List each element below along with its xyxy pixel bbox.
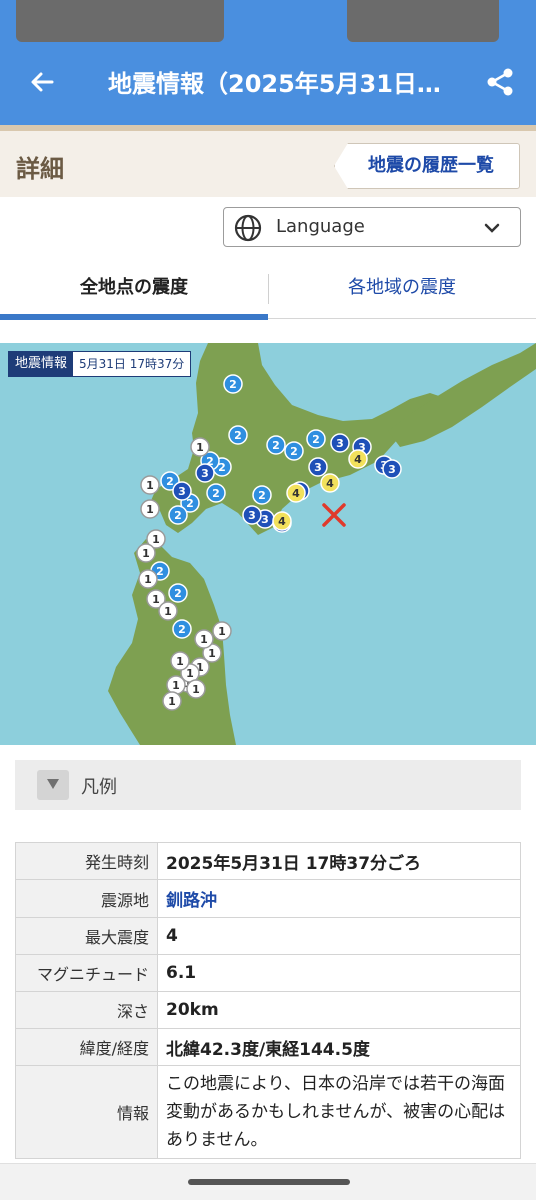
back-button[interactable] [24,64,60,100]
intensity-marker-label: 1 [172,679,180,692]
intensity-marker-label: 1 [164,605,172,618]
row-key: 緯度/経度 [15,1028,158,1066]
row-key: 震源地 [15,879,158,918]
intensity-marker-label: 2 [156,565,164,578]
intensity-marker-label: 1 [168,695,176,708]
system-nav-bar [0,1163,536,1200]
page-title: 地震情報（2025年5月31日 17時37分ごろ発生） [108,70,448,98]
table-row: 震源地 釧路沖 [15,879,521,918]
tab-all-points[interactable]: 全地点の震度 [0,262,268,314]
row-value: 4 [157,917,521,955]
tab-regions[interactable]: 各地域の震度 [268,262,536,314]
row-value: この地震により、日本の沿岸では若干の海面変動があるかもしれませんが、被害の心配は… [157,1065,521,1159]
intensity-marker-label: 4 [326,477,334,490]
intensity-marker-label: 3 [388,463,396,476]
globe-icon [234,214,262,242]
earthquake-info-table: 発生時刻 2025年5月31日 17時37分ごろ 震源地 釧路沖 最大震度 4 … [15,842,521,1159]
tab-bar: 全地点の震度 各地域の震度 [0,262,536,320]
status-bar-block [347,0,499,42]
table-row: マグニチュード 6.1 [15,954,521,992]
language-select[interactable]: Language [223,207,521,247]
intensity-marker-label: 1 [192,683,200,696]
intensity-marker-label: 1 [142,547,150,560]
detail-title: 詳細 [16,155,64,183]
intensity-marker-label: 1 [196,441,204,454]
intensity-marker-label: 4 [292,487,300,500]
legend-label: 凡例 [81,777,117,798]
intensity-marker-label: 2 [312,433,320,446]
intensity-marker-label: 1 [144,573,152,586]
intensity-marker-label: 2 [178,623,186,636]
intensity-marker-label: 3 [178,485,186,498]
map-badge: 地震情報 5月31日 17時37分 [8,351,192,377]
intensity-marker-label: 1 [146,479,154,492]
intensity-marker-label: 4 [354,453,362,466]
row-key: 発生時刻 [15,842,158,880]
table-row: 最大震度 4 [15,917,521,955]
intensity-marker-label: 1 [152,593,160,606]
land-kunashiri [388,343,536,447]
intensity-map[interactable]: 2222222222223333333333444411111111111122… [0,343,536,745]
row-value: 20km [157,991,521,1029]
intensity-marker-label: 3 [261,513,269,526]
tab-baseline [268,318,536,319]
intensity-marker-label: 3 [248,509,256,522]
intensity-marker-label: 1 [152,533,160,546]
arrow-back-icon [31,72,54,92]
intensity-marker-label: 2 [258,489,266,502]
intensity-marker-label: 2 [212,487,220,500]
epicenter-x-icon [322,503,346,527]
row-key: 深さ [15,991,158,1029]
tab-active-indicator [0,314,268,320]
row-value: 2025年5月31日 17時37分ごろ [157,842,521,880]
status-bar-block [16,0,224,42]
intensity-marker-label: 1 [176,655,184,668]
intensity-marker-label: 2 [234,429,242,442]
map-canvas: 2222222222223333333333444411111111111122… [0,343,536,745]
intensity-marker-label: 1 [208,647,216,660]
intensity-marker-label: 2 [229,378,237,391]
intensity-marker-label: 2 [290,445,298,458]
row-value: 北緯42.3度/東経144.5度 [157,1028,521,1066]
intensity-marker-label: 2 [272,439,280,452]
language-label: Language [276,216,365,237]
intensity-marker-label: 1 [186,667,194,680]
table-row: 情報 この地震により、日本の沿岸では若干の海面変動があるかもしれませんが、被害の… [15,1065,521,1159]
intensity-marker-label: 2 [174,587,182,600]
row-key: 情報 [15,1065,158,1159]
table-row: 深さ 20km [15,991,521,1029]
map-badge-time: 5月31日 17時37分 [79,357,185,371]
row-value: 6.1 [157,954,521,992]
table-row: 発生時刻 2025年5月31日 17時37分ごろ [15,842,521,880]
intensity-marker-label: 2 [166,475,174,488]
intensity-marker-label: 3 [336,437,344,450]
app-bar: 地震情報（2025年5月31日 17時37分ごろ発生） [0,0,536,125]
detail-header: 詳細 地震の履歴一覧 [0,125,536,197]
row-key: 最大震度 [15,917,158,955]
intensity-marker-label: 4 [278,515,286,528]
intensity-marker-label: 3 [201,467,209,480]
epicenter-link[interactable]: 釧路沖 [157,879,521,918]
triangle-down-icon [37,770,69,800]
home-gesture-handle[interactable] [188,1179,350,1185]
chevron-down-icon [484,223,500,233]
history-list-button[interactable]: 地震の履歴一覧 [334,143,520,189]
land-fragment [0,519,44,601]
share-icon [487,68,513,96]
intensity-marker-label: 3 [314,461,322,474]
land-honshu [108,539,236,745]
intensity-marker-label: 2 [174,509,182,522]
map-badge-title: 地震情報 [9,352,74,376]
table-row: 緯度/経度 北緯42.3度/東経144.5度 [15,1028,521,1066]
intensity-marker-label: 1 [146,503,154,516]
intensity-marker-label: 1 [200,633,208,646]
share-button[interactable] [482,64,518,100]
legend-toggle[interactable]: 凡例 [15,760,521,810]
intensity-marker-label: 1 [218,625,226,638]
row-key: マグニチュード [15,954,158,992]
